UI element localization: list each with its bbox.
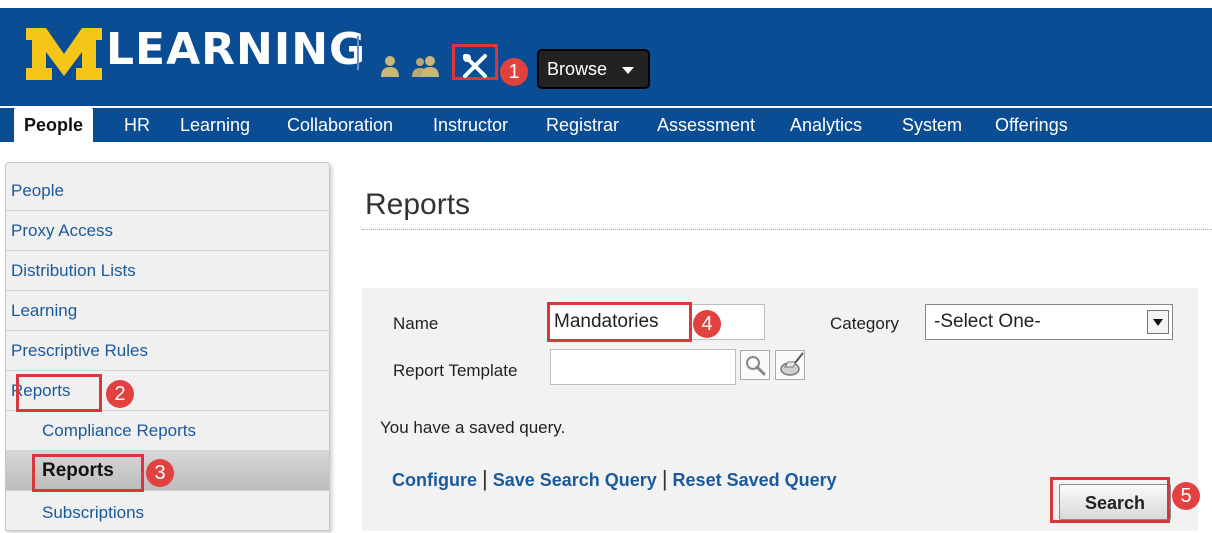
brand-title: LEARNING xyxy=(106,24,367,75)
user-icon[interactable] xyxy=(380,55,400,77)
report-template-label: Report Template xyxy=(393,361,518,380)
magnifier-icon xyxy=(746,356,766,376)
name-label: Name xyxy=(393,314,439,333)
tab-registrar[interactable]: Registrar xyxy=(546,108,619,142)
users-icon[interactable] xyxy=(410,55,440,77)
step-badge-5: 5 xyxy=(1172,482,1200,510)
sidebar-item-people[interactable]: People xyxy=(6,171,329,211)
page-title: Reports xyxy=(365,188,471,221)
tab-assessment[interactable]: Assessment xyxy=(657,108,755,142)
michigan-m-logo[interactable] xyxy=(26,28,102,80)
sidebar-item-prescriptive-rules[interactable]: Prescriptive Rules xyxy=(6,331,329,371)
link-separator: | xyxy=(482,466,488,491)
tab-instructor[interactable]: Instructor xyxy=(433,108,508,142)
tab-people[interactable]: People xyxy=(14,108,94,142)
header-bar: LEARNING 1 Browse xyxy=(0,8,1212,106)
chevron-down-icon xyxy=(622,67,634,74)
tab-learning[interactable]: Learning xyxy=(180,108,250,142)
category-select-value: -Select One- xyxy=(934,311,1041,332)
tab-system[interactable]: System xyxy=(902,108,962,142)
sidebar-item-subscriptions[interactable]: Subscriptions xyxy=(6,493,329,533)
saved-query-message: You have a saved query. xyxy=(380,418,566,437)
title-divider xyxy=(362,229,1212,230)
configure-link[interactable]: Configure xyxy=(392,470,477,490)
tools-icon[interactable] xyxy=(461,52,489,80)
search-highlight xyxy=(1050,477,1170,523)
sidebar-item-proxy-access[interactable]: Proxy Access xyxy=(6,211,329,251)
reports-sub-highlight xyxy=(32,454,144,492)
step-badge-1: 1 xyxy=(500,58,528,86)
sidebar-item-compliance-reports[interactable]: Compliance Reports xyxy=(6,411,329,451)
category-label: Category xyxy=(830,314,899,333)
category-select[interactable]: -Select One- xyxy=(925,304,1173,340)
query-links: Configure | Save Search Query | Reset Saved … xyxy=(392,466,837,492)
sidebar-item-distribution-lists[interactable]: Distribution Lists xyxy=(6,251,329,291)
tab-hr[interactable]: HR xyxy=(124,108,150,142)
eraser-icon xyxy=(780,352,804,376)
report-template-input[interactable] xyxy=(550,349,736,385)
tab-analytics[interactable]: Analytics xyxy=(790,108,862,142)
template-clear-button[interactable] xyxy=(775,350,805,380)
main-nav-tabs: People HR Learning Collaboration Instruc… xyxy=(0,108,1212,144)
template-search-button[interactable] xyxy=(740,350,770,380)
step-badge-4: 4 xyxy=(693,310,721,338)
name-highlight xyxy=(547,302,692,342)
save-search-query-link[interactable]: Save Search Query xyxy=(493,470,657,490)
browse-button[interactable]: Browse xyxy=(537,49,650,89)
brand-separator xyxy=(357,36,359,70)
step-badge-3: 3 xyxy=(146,459,174,487)
reports-highlight xyxy=(16,374,102,412)
chevron-down-icon[interactable] xyxy=(1147,310,1169,334)
sidebar-item-learning[interactable]: Learning xyxy=(6,291,329,331)
browse-label: Browse xyxy=(547,59,608,79)
link-separator: | xyxy=(661,466,668,491)
tab-collaboration[interactable]: Collaboration xyxy=(287,108,393,142)
step-badge-2: 2 xyxy=(106,380,134,408)
reset-saved-query-link[interactable]: Reset Saved Query xyxy=(673,470,837,490)
tab-offerings[interactable]: Offerings xyxy=(995,108,1068,142)
